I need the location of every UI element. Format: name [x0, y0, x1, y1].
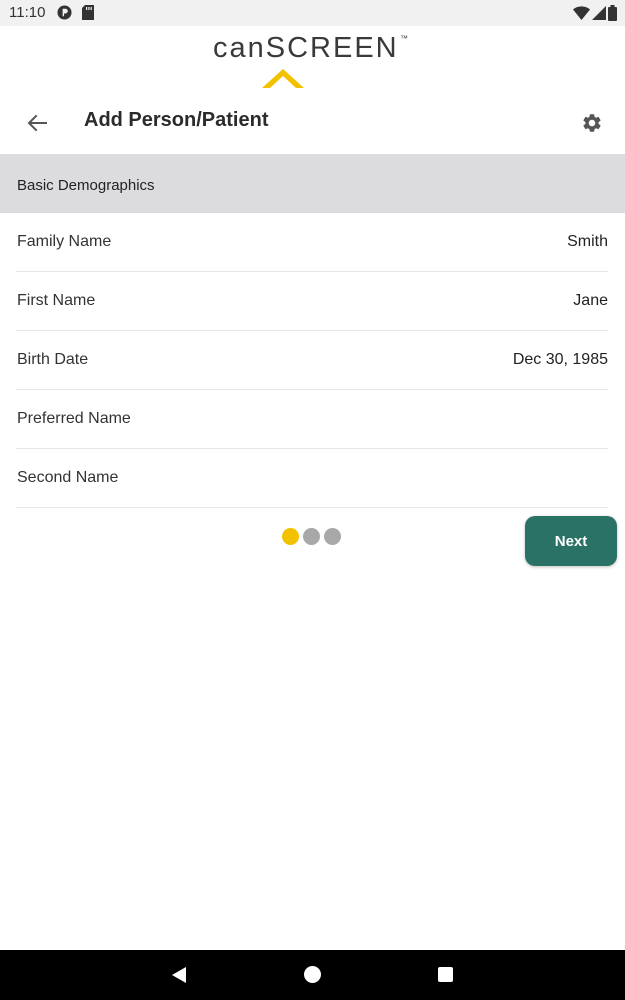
battery-icon: [608, 5, 617, 21]
nav-back-icon[interactable]: [170, 966, 188, 984]
next-button[interactable]: Next: [525, 516, 617, 566]
birth-date-field[interactable]: Birth Date Dec 30, 1985: [16, 331, 608, 390]
section-title: Basic Demographics: [17, 177, 155, 194]
field-label: Second Name: [17, 469, 119, 486]
gear-icon: [583, 114, 601, 132]
page-indicator: [282, 528, 341, 545]
logo-chevron-icon: [262, 69, 304, 88]
wifi-icon: [573, 6, 590, 20]
nav-recents-icon[interactable]: [438, 967, 453, 982]
arrow-left-icon: [27, 114, 47, 132]
page-dot-1: [282, 528, 299, 545]
page-title: Add Person/Patient: [84, 109, 269, 131]
demographics-form: Family Name Smith First Name Jane Birth …: [16, 213, 608, 508]
toolbar: Add Person/Patient: [0, 92, 625, 154]
field-label: Preferred Name: [17, 410, 131, 427]
field-label: Birth Date: [17, 351, 89, 368]
second-name-field[interactable]: Second Name: [16, 449, 608, 508]
field-label: First Name: [17, 292, 96, 309]
first-name-field[interactable]: First Name Jane: [16, 272, 608, 331]
status-time: 11:10: [9, 4, 46, 21]
status-bar: 11:10: [0, 0, 625, 26]
logo-trademark: ™: [400, 34, 408, 43]
system-nav-bar: [0, 950, 625, 1000]
page-dot-2: [303, 528, 320, 545]
back-button[interactable]: [20, 106, 54, 140]
screen: 11:10 canSCREEN ™ Add Person/Patient Bas…: [0, 0, 625, 1000]
cell-signal-icon: [592, 6, 606, 20]
sd-card-icon: [82, 5, 94, 20]
field-value: Smith: [567, 233, 608, 250]
field-value: Dec 30, 1985: [512, 351, 608, 368]
section-header: Basic Demographics: [0, 154, 625, 213]
status-right: [573, 4, 617, 22]
app-notification-icon: [57, 5, 72, 20]
family-name-field[interactable]: Family Name Smith: [16, 213, 608, 272]
field-value: Jane: [573, 292, 608, 309]
preferred-name-field[interactable]: Preferred Name: [16, 390, 608, 449]
settings-button[interactable]: [575, 106, 609, 140]
app-logo: canSCREEN ™: [0, 26, 625, 92]
page-dot-3: [324, 528, 341, 545]
logo-text: canSCREEN: [213, 32, 399, 64]
nav-home-icon[interactable]: [304, 966, 321, 983]
field-label: Family Name: [17, 233, 112, 250]
